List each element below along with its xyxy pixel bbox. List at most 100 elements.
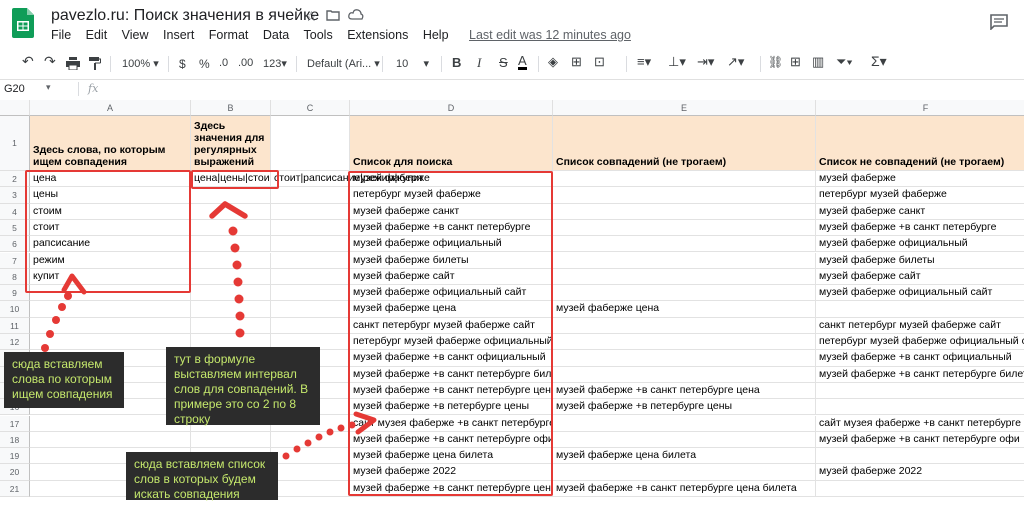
move-folder-icon[interactable]	[326, 8, 340, 24]
header-cell-c[interactable]	[271, 116, 350, 171]
percent-button[interactable]: %	[199, 57, 210, 71]
cell-e21[interactable]: музей фаберже +в санкт петербурге цена б…	[553, 480, 816, 497]
menu-data[interactable]: Data	[263, 28, 289, 42]
row-header-11[interactable]: 11	[0, 317, 30, 334]
cell-c8[interactable]	[271, 268, 350, 286]
cell-a10[interactable]	[30, 301, 191, 318]
filter-icon[interactable]: ⏷▾	[836, 54, 853, 70]
cell-b18[interactable]	[191, 431, 271, 449]
cell-c9[interactable]	[271, 285, 350, 302]
cell-e10[interactable]: музей фаберже цена	[553, 301, 816, 318]
cell-b10[interactable]	[191, 301, 271, 318]
zoom-select[interactable]: 100% ▾	[122, 57, 159, 70]
cell-c5[interactable]	[271, 219, 350, 237]
insert-comment-icon[interactable]: ⊞	[790, 54, 801, 70]
text-rotation-icon[interactable]: ↗▾	[727, 54, 744, 70]
name-box-dropdown-icon[interactable]: ▾	[46, 82, 51, 93]
cell-f19[interactable]	[816, 448, 1024, 465]
header-cell-e[interactable]: Список совпадений (не трогаем)	[553, 116, 816, 171]
cell-e16[interactable]: музей фаберже +в петербурге цены	[553, 399, 816, 416]
menu-view[interactable]: View	[122, 28, 149, 42]
text-color-button[interactable]: A	[518, 54, 527, 70]
vertical-align-icon[interactable]: ⊥▾	[668, 54, 686, 70]
cloud-status-icon[interactable]	[348, 8, 364, 24]
strikethrough-button[interactable]: S	[499, 55, 508, 70]
decrease-decimal-button[interactable]: .0	[219, 57, 228, 69]
insert-link-icon[interactable]: ⛓	[768, 55, 783, 69]
cell-e4[interactable]	[553, 203, 816, 220]
column-header-d[interactable]: D	[350, 100, 553, 116]
cell-b3[interactable]	[191, 187, 271, 204]
cell-f10[interactable]	[816, 301, 1024, 318]
cell-a11[interactable]	[30, 317, 191, 334]
cell-e2[interactable]	[553, 171, 816, 188]
cell-c19[interactable]	[271, 448, 350, 465]
cell-c18[interactable]	[271, 431, 350, 449]
select-all-corner[interactable]	[0, 100, 30, 116]
print-icon[interactable]	[66, 57, 80, 73]
cell-b4[interactable]	[191, 203, 271, 220]
cell-e7[interactable]	[553, 252, 816, 269]
cell-c3[interactable]	[271, 187, 350, 204]
cell-e3[interactable]	[553, 187, 816, 204]
insert-chart-icon[interactable]: ▥	[812, 54, 824, 70]
cell-f11[interactable]: санкт петербург музей фаберже сайт	[816, 318, 1024, 334]
cell-b5[interactable]	[191, 219, 271, 237]
cell-c21[interactable]	[271, 480, 350, 497]
menu-help[interactable]: Help	[423, 28, 449, 42]
cell-e18[interactable]	[553, 431, 816, 449]
column-header-f[interactable]: F	[816, 100, 1024, 116]
cell-c10[interactable]	[271, 301, 350, 318]
row-header-17[interactable]: 17	[0, 415, 30, 432]
cell-f7[interactable]: музей фаберже билеты	[816, 253, 1024, 269]
cell-f20[interactable]: музей фаберже 2022	[816, 464, 1024, 481]
redo-icon[interactable]: ↷	[44, 53, 56, 70]
document-title[interactable]: pavezlo.ru: Поиск значения в ячейке	[51, 7, 319, 25]
menu-insert[interactable]: Insert	[163, 28, 194, 42]
cell-e12[interactable]	[553, 334, 816, 351]
cell-e20[interactable]	[553, 464, 816, 481]
column-header-b[interactable]: B	[191, 100, 271, 116]
cell-f15[interactable]	[816, 383, 1024, 400]
borders-icon[interactable]: ⊞	[571, 54, 582, 70]
header-cell-f[interactable]: Список не совпадений (не трогаем)	[816, 116, 1024, 171]
sheets-logo-icon[interactable]	[12, 8, 34, 38]
cell-a18[interactable]	[30, 431, 191, 449]
italic-button[interactable]: I	[477, 55, 481, 71]
cell-f16[interactable]	[816, 399, 1024, 416]
increase-decimal-button[interactable]: .00	[238, 57, 253, 69]
bold-button[interactable]: B	[452, 55, 461, 70]
fill-color-icon[interactable]: ◈	[548, 54, 558, 70]
cell-f14[interactable]: музей фаберже +в санкт петербурге билеты	[816, 367, 1024, 383]
row-header-1[interactable]: 1	[0, 116, 30, 171]
font-size-select[interactable]: 10 ▾	[396, 57, 429, 70]
menu-tools[interactable]: Tools	[304, 28, 333, 42]
cell-f2[interactable]: музей фаберже	[816, 171, 1024, 188]
cell-c11[interactable]	[271, 317, 350, 334]
cell-f12[interactable]: петербург музей фаберже официальный сайт	[816, 334, 1024, 351]
row-header-19[interactable]: 19	[0, 448, 30, 465]
header-cell-d[interactable]: Список для поиска	[350, 116, 553, 171]
column-header-e[interactable]: E	[553, 100, 816, 116]
horizontal-align-icon[interactable]: ≡▾	[637, 54, 651, 70]
cell-c2[interactable]: стоит|рапсисание|режим|купит	[271, 171, 424, 188]
cell-b7[interactable]	[191, 252, 271, 269]
menu-extensions[interactable]: Extensions	[347, 28, 408, 42]
row-header-20[interactable]: 20	[0, 464, 30, 481]
paint-format-icon[interactable]	[89, 57, 101, 73]
cell-f6[interactable]: музей фаберже официальный	[816, 236, 1024, 253]
cell-b6[interactable]	[191, 236, 271, 253]
cell-b11[interactable]	[191, 317, 271, 334]
cell-e19[interactable]: музей фаберже цена билета	[553, 448, 816, 465]
row-header-12[interactable]: 12	[0, 334, 30, 351]
menu-format[interactable]: Format	[209, 28, 249, 42]
undo-icon[interactable]: ↶	[22, 53, 34, 70]
merge-cells-icon[interactable]: ⊡	[594, 54, 605, 70]
cell-c20[interactable]	[271, 464, 350, 481]
font-select[interactable]: Default (Ari... ▾	[307, 57, 380, 70]
functions-icon[interactable]: Σ▾	[871, 53, 887, 70]
cell-b9[interactable]	[191, 285, 271, 302]
cell-f9[interactable]: музей фаберже официальный сайт	[816, 285, 1024, 302]
cell-b8[interactable]	[191, 268, 271, 286]
text-wrap-icon[interactable]: ⇥▾	[697, 54, 714, 70]
